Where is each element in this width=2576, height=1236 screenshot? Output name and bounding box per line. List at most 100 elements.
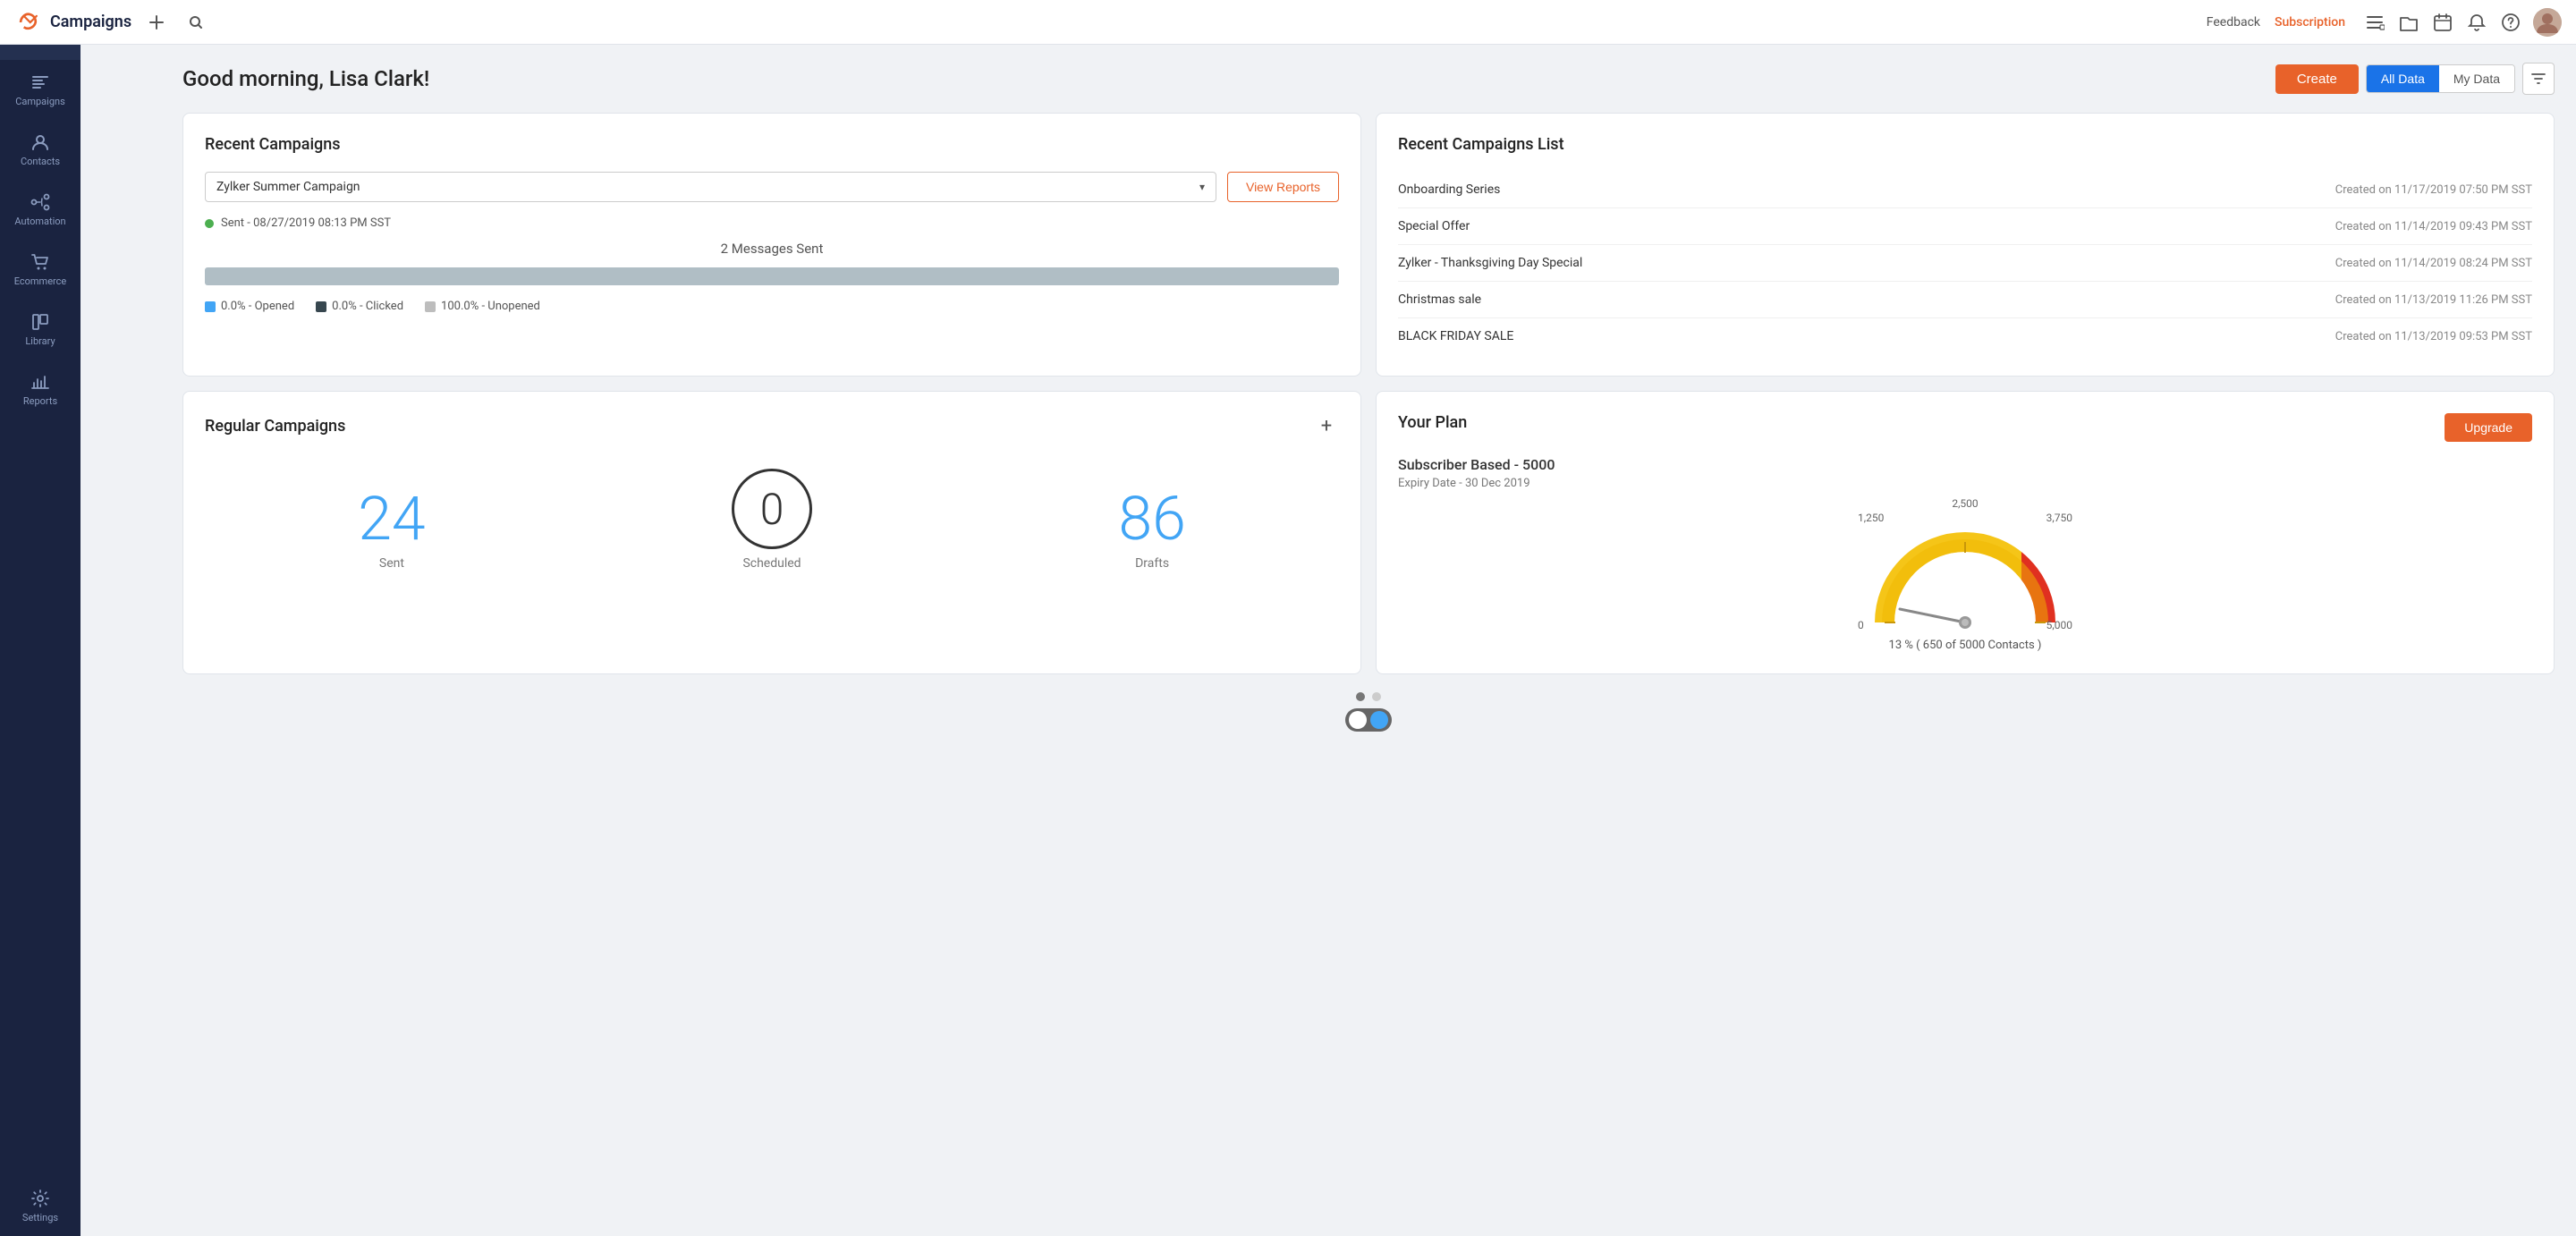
all-data-button[interactable]: All Data [2367, 65, 2439, 92]
scroll-indicators [1356, 692, 1381, 701]
feedback-link[interactable]: Feedback [2207, 15, 2260, 30]
sidebar-item-settings[interactable]: Settings [0, 1176, 80, 1236]
page-title: Good morning, Lisa Clark! [182, 66, 2275, 91]
library-icon [30, 312, 50, 332]
mobile-toggle[interactable] [1345, 708, 1392, 732]
main-content: Good morning, Lisa Clark! Create All Dat… [161, 45, 2576, 1236]
your-plan-header: Your Plan Upgrade [1398, 413, 2532, 442]
topnav: Campaigns Feedback Subscription [0, 0, 2576, 45]
recent-campaigns-card: Recent Campaigns Zylker Summer Campaign … [182, 113, 1361, 377]
sidebar-item-library[interactable]: Library [0, 300, 80, 360]
filter-button[interactable] [2522, 63, 2555, 95]
sent-info-text: Sent - 08/27/2019 08:13 PM SST [221, 216, 391, 230]
campaign-select-text: Zylker Summer Campaign [216, 180, 1199, 194]
opened-color-dot [205, 301, 216, 312]
sidebar-item-ecommerce[interactable]: Ecommerce [0, 240, 80, 300]
list-item[interactable]: Christmas sale Created on 11/13/2019 11:… [1398, 282, 2532, 318]
settings-icon [30, 1189, 50, 1208]
chevron-down-icon: ▾ [1199, 181, 1205, 193]
automation-icon [30, 192, 50, 212]
campaigns-icon [30, 72, 50, 92]
campaigns-logo-icon [14, 8, 43, 37]
campaigns-stats-row: 24 Sent 0 Scheduled 86 Drafts [205, 460, 1339, 585]
gauge-label-5000: 5,000 [2046, 619, 2072, 631]
clicked-value: 0.0% - Clicked [332, 300, 403, 313]
gauge-label-3750: 3,750 [2046, 512, 2072, 524]
gauge-svg [1867, 524, 2063, 631]
sidebar-item-reports[interactable]: Reports [0, 360, 80, 419]
header-actions: Create All Data My Data [2275, 63, 2555, 95]
plan-name: Subscriber Based - 5000 [1398, 456, 2532, 473]
progress-bar [205, 267, 1339, 285]
list-item-date: Created on 11/14/2019 08:24 PM SST [2335, 257, 2532, 270]
upgrade-button[interactable]: Upgrade [2445, 413, 2532, 442]
recent-campaigns-title: Recent Campaigns [205, 135, 1339, 154]
list-item[interactable]: Onboarding Series Created on 11/17/2019 … [1398, 172, 2532, 208]
list-item-name: BLACK FRIDAY SALE [1398, 329, 1513, 343]
sidebar-item-automation[interactable]: Automation [0, 180, 80, 240]
campaigns-list: Onboarding Series Created on 11/17/2019 … [1398, 172, 2532, 354]
sent-stat: 24 Sent [358, 488, 425, 571]
ecommerce-label: Ecommerce [14, 275, 67, 287]
calendar-icon[interactable] [2431, 11, 2454, 34]
recent-campaigns-list-card: Recent Campaigns List Onboarding Series … [1376, 113, 2555, 377]
clicked-color-dot [316, 301, 326, 312]
messages-sent-label: 2 Messages Sent [205, 241, 1339, 257]
settings-label: Settings [22, 1212, 58, 1223]
unopened-color-dot [425, 301, 436, 312]
bottom-area [182, 674, 2555, 705]
recent-campaigns-list-title: Recent Campaigns List [1398, 135, 2532, 154]
topnav-logo[interactable]: Campaigns [14, 8, 131, 37]
campaigns-label: Campaigns [15, 96, 65, 107]
view-reports-button[interactable]: View Reports [1227, 172, 1339, 202]
subscription-link[interactable]: Subscription [2275, 15, 2345, 30]
scroll-dot-2 [1372, 692, 1381, 701]
regular-campaigns-header: Regular Campaigns + [205, 413, 1339, 438]
stat-clicked: 0.0% - Clicked [316, 300, 403, 313]
sent-number: 24 [358, 488, 425, 549]
regular-campaigns-title: Regular Campaigns [205, 417, 345, 436]
create-button[interactable]: Create [2275, 64, 2359, 94]
help-icon[interactable] [2499, 11, 2522, 34]
list-item-name: Zylker - Thanksgiving Day Special [1398, 256, 1582, 270]
folder-icon[interactable] [2397, 11, 2420, 34]
sidebar-item-campaigns[interactable]: Campaigns [0, 60, 80, 120]
user-avatar[interactable] [2533, 8, 2562, 37]
list-item-date: Created on 11/13/2019 09:53 PM SST [2335, 330, 2532, 343]
search-button[interactable] [182, 8, 210, 37]
cards-grid: Recent Campaigns Zylker Summer Campaign … [182, 113, 2555, 674]
list-item-name: Onboarding Series [1398, 182, 1500, 197]
mobile-toggle-row [182, 705, 2555, 739]
bell-icon[interactable] [2465, 11, 2488, 34]
gauge-mid-labels: 1,250 3,750 [1858, 512, 2072, 524]
gauge-percentage: 13 % ( 650 of 5000 Contacts ) [1889, 639, 2042, 652]
campaign-select[interactable]: Zylker Summer Campaign ▾ [205, 172, 1216, 202]
list-item[interactable]: BLACK FRIDAY SALE Created on 11/13/2019 … [1398, 318, 2532, 354]
plan-details: Subscriber Based - 5000 Expiry Date - 30… [1398, 456, 2532, 490]
list-icon[interactable] [2363, 11, 2386, 34]
list-item-name: Special Offer [1398, 219, 1470, 233]
app-title: Campaigns [50, 13, 131, 31]
my-data-button[interactable]: My Data [2439, 65, 2514, 92]
list-item[interactable]: Zylker - Thanksgiving Day Special Create… [1398, 245, 2532, 282]
filter-icon [2530, 71, 2546, 87]
contacts-label: Contacts [21, 156, 60, 167]
sidebar: Dashboard Campaigns Contacts Automation … [0, 0, 80, 1236]
your-plan-title: Your Plan [1398, 413, 1467, 432]
add-campaign-button[interactable]: + [1314, 413, 1339, 438]
add-button[interactable] [142, 8, 171, 37]
sent-label: Sent [358, 556, 425, 571]
list-item-date: Created on 11/13/2019 11:26 PM SST [2335, 293, 2532, 307]
drafts-number: 86 [1118, 488, 1185, 549]
toggle-knob-left [1349, 711, 1367, 729]
toggle-knob-right [1370, 711, 1388, 729]
gauge-top-labels: 2,500 [1867, 497, 2063, 510]
list-item-name: Christmas sale [1398, 292, 1481, 307]
sidebar-item-contacts[interactable]: Contacts [0, 120, 80, 180]
scheduled-label: Scheduled [732, 556, 812, 571]
list-item[interactable]: Special Offer Created on 11/14/2019 09:4… [1398, 208, 2532, 245]
stat-unopened: 100.0% - Unopened [425, 300, 540, 313]
list-item-date: Created on 11/14/2019 09:43 PM SST [2335, 220, 2532, 233]
gauge-label-0: 0 [1858, 619, 1864, 631]
list-item-date: Created on 11/17/2019 07:50 PM SST [2335, 183, 2532, 197]
